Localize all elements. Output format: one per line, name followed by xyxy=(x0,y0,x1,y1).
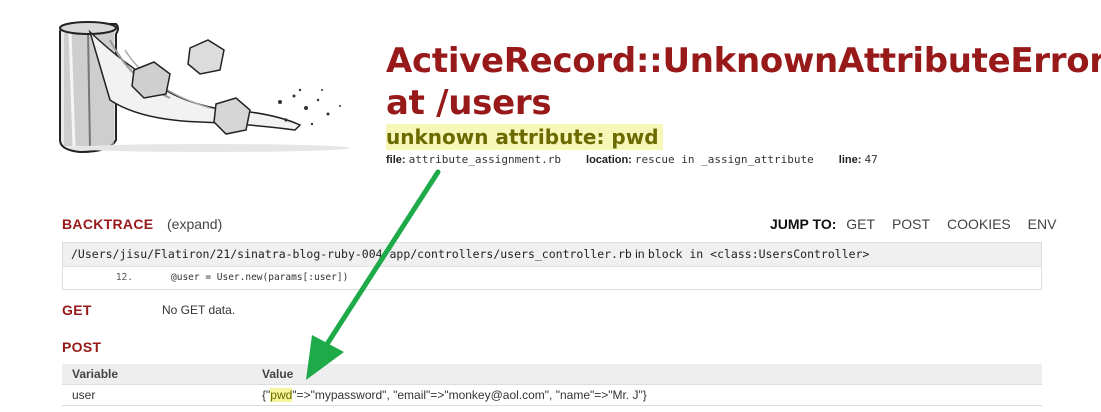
column-header-variable: Variable xyxy=(62,364,252,385)
backtrace-frame[interactable]: /Users/jisu/Flatiron/21/sinatra-blog-rub… xyxy=(62,242,1042,290)
jump-link-get[interactable]: GET xyxy=(846,216,875,232)
jump-link-env[interactable]: ENV xyxy=(1028,216,1057,232)
frame-line-code: @user = User.new(params[:user]) xyxy=(171,272,349,283)
error-message: unknown attribute: pwd xyxy=(386,124,663,150)
post-data-table: Variable Value user {"pwd"=>"mypassword"… xyxy=(62,364,1042,406)
backtrace-heading: BACKTRACE xyxy=(62,216,154,232)
table-row: user {"pwd"=>"mypassword", "email"=>"mon… xyxy=(62,384,1042,406)
location-value: rescue in _assign_attribute xyxy=(634,153,814,166)
jump-link-post[interactable]: POST xyxy=(892,216,930,232)
frame-code-line: 12. @user = User.new(params[:user]) xyxy=(63,267,1041,289)
post-value-cell: {"pwd"=>"mypassword", "email"=>"monkey@a… xyxy=(252,384,1042,406)
frame-in-label: in xyxy=(635,247,645,261)
frame-method: block in <class:UsersController> xyxy=(647,247,870,261)
value-rest: "=>"mypassword", "email"=>"monkey@aol.co… xyxy=(292,388,647,402)
backtrace-expand-link[interactable]: (expand) xyxy=(167,216,222,232)
frame-line-number: 12. xyxy=(115,272,133,283)
jump-to-label: JUMP TO: xyxy=(770,216,837,232)
get-empty-text: No GET data. xyxy=(162,303,236,317)
column-header-value: Value xyxy=(252,364,1042,385)
jump-link-cookies[interactable]: COOKIES xyxy=(947,216,1011,232)
post-heading: POST xyxy=(62,339,102,355)
value-highlight: pwd xyxy=(270,388,293,402)
table-header-row: Variable Value xyxy=(62,364,1042,385)
post-variable-cell: user xyxy=(62,384,252,406)
error-location-meta: file: attribute_assignment.rb location: … xyxy=(386,153,900,166)
location-label: location: xyxy=(586,154,632,166)
file-value: attribute_assignment.rb xyxy=(408,153,561,166)
get-heading: GET xyxy=(62,302,92,318)
file-label: file: xyxy=(386,154,406,166)
frame-file-path: /Users/jisu/Flatiron/21/sinatra-blog-rub… xyxy=(71,247,632,261)
error-title: ActiveRecord::UnknownAttributeError at /… xyxy=(386,41,1101,123)
jump-to-nav: JUMP TO: GET POST COOKIES ENV xyxy=(770,216,1069,232)
sinatra-logo-illustration xyxy=(59,21,350,154)
line-value: 47 xyxy=(864,153,878,166)
line-label: line: xyxy=(838,154,862,166)
frame-header[interactable]: /Users/jisu/Flatiron/21/sinatra-blog-rub… xyxy=(63,243,1041,267)
